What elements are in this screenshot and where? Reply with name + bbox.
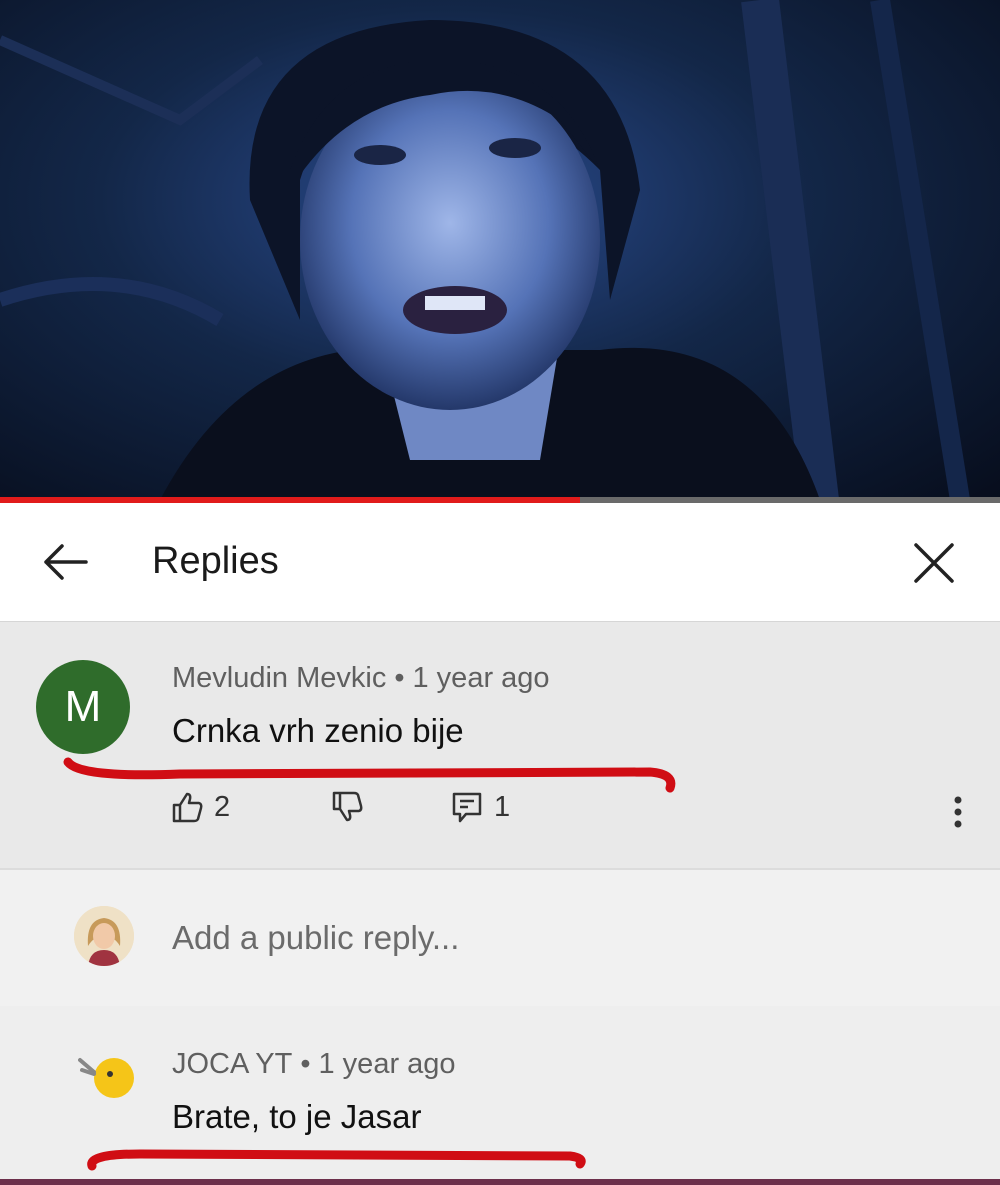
replies-header xyxy=(0,503,1000,623)
avatar[interactable]: M xyxy=(36,660,130,754)
avatar-letter: M xyxy=(64,682,102,731)
comment-time: 1 year ago xyxy=(412,662,550,694)
comment-author[interactable]: Mevludin Mevkic xyxy=(172,662,386,694)
dislike-button[interactable] xyxy=(330,790,364,824)
meta-separator: • xyxy=(394,662,405,694)
reply-icon xyxy=(452,792,482,823)
user-avatar xyxy=(74,906,134,966)
reply-text: Brate, to je Jasar xyxy=(172,1098,422,1135)
meta-separator: • xyxy=(300,1048,311,1080)
like-button[interactable]: 2 xyxy=(170,790,230,824)
comment-text: Crnka vrh zenio bije xyxy=(172,712,464,749)
comment-meta: Mevludin Mevkic • 1 year ago xyxy=(172,662,550,695)
reply-author[interactable]: JOCA YT xyxy=(172,1048,292,1080)
page-title: Replies xyxy=(152,540,279,582)
reply-input[interactable] xyxy=(172,916,932,960)
video-player[interactable] xyxy=(0,0,1000,500)
parent-comment xyxy=(0,622,1000,868)
video-frame-image xyxy=(0,0,970,500)
avatar[interactable] xyxy=(78,1050,140,1106)
reply-meta: JOCA YT • 1 year ago xyxy=(172,1048,456,1081)
close-icon[interactable] xyxy=(908,537,960,589)
like-count: 2 xyxy=(214,790,231,823)
reply-count: 1 xyxy=(494,790,511,823)
reply-count-button[interactable]: 1 xyxy=(450,790,510,824)
red-underline-annotation xyxy=(63,757,676,793)
more-vert-icon[interactable] xyxy=(948,792,968,832)
red-underline-annotation xyxy=(87,1149,586,1171)
arrow-left-icon[interactable] xyxy=(40,540,90,584)
bottom-edge xyxy=(0,1179,1000,1185)
thumbs-down-icon xyxy=(332,791,363,822)
reply-time: 1 year ago xyxy=(318,1048,456,1080)
thumbs-up-icon xyxy=(172,792,203,823)
